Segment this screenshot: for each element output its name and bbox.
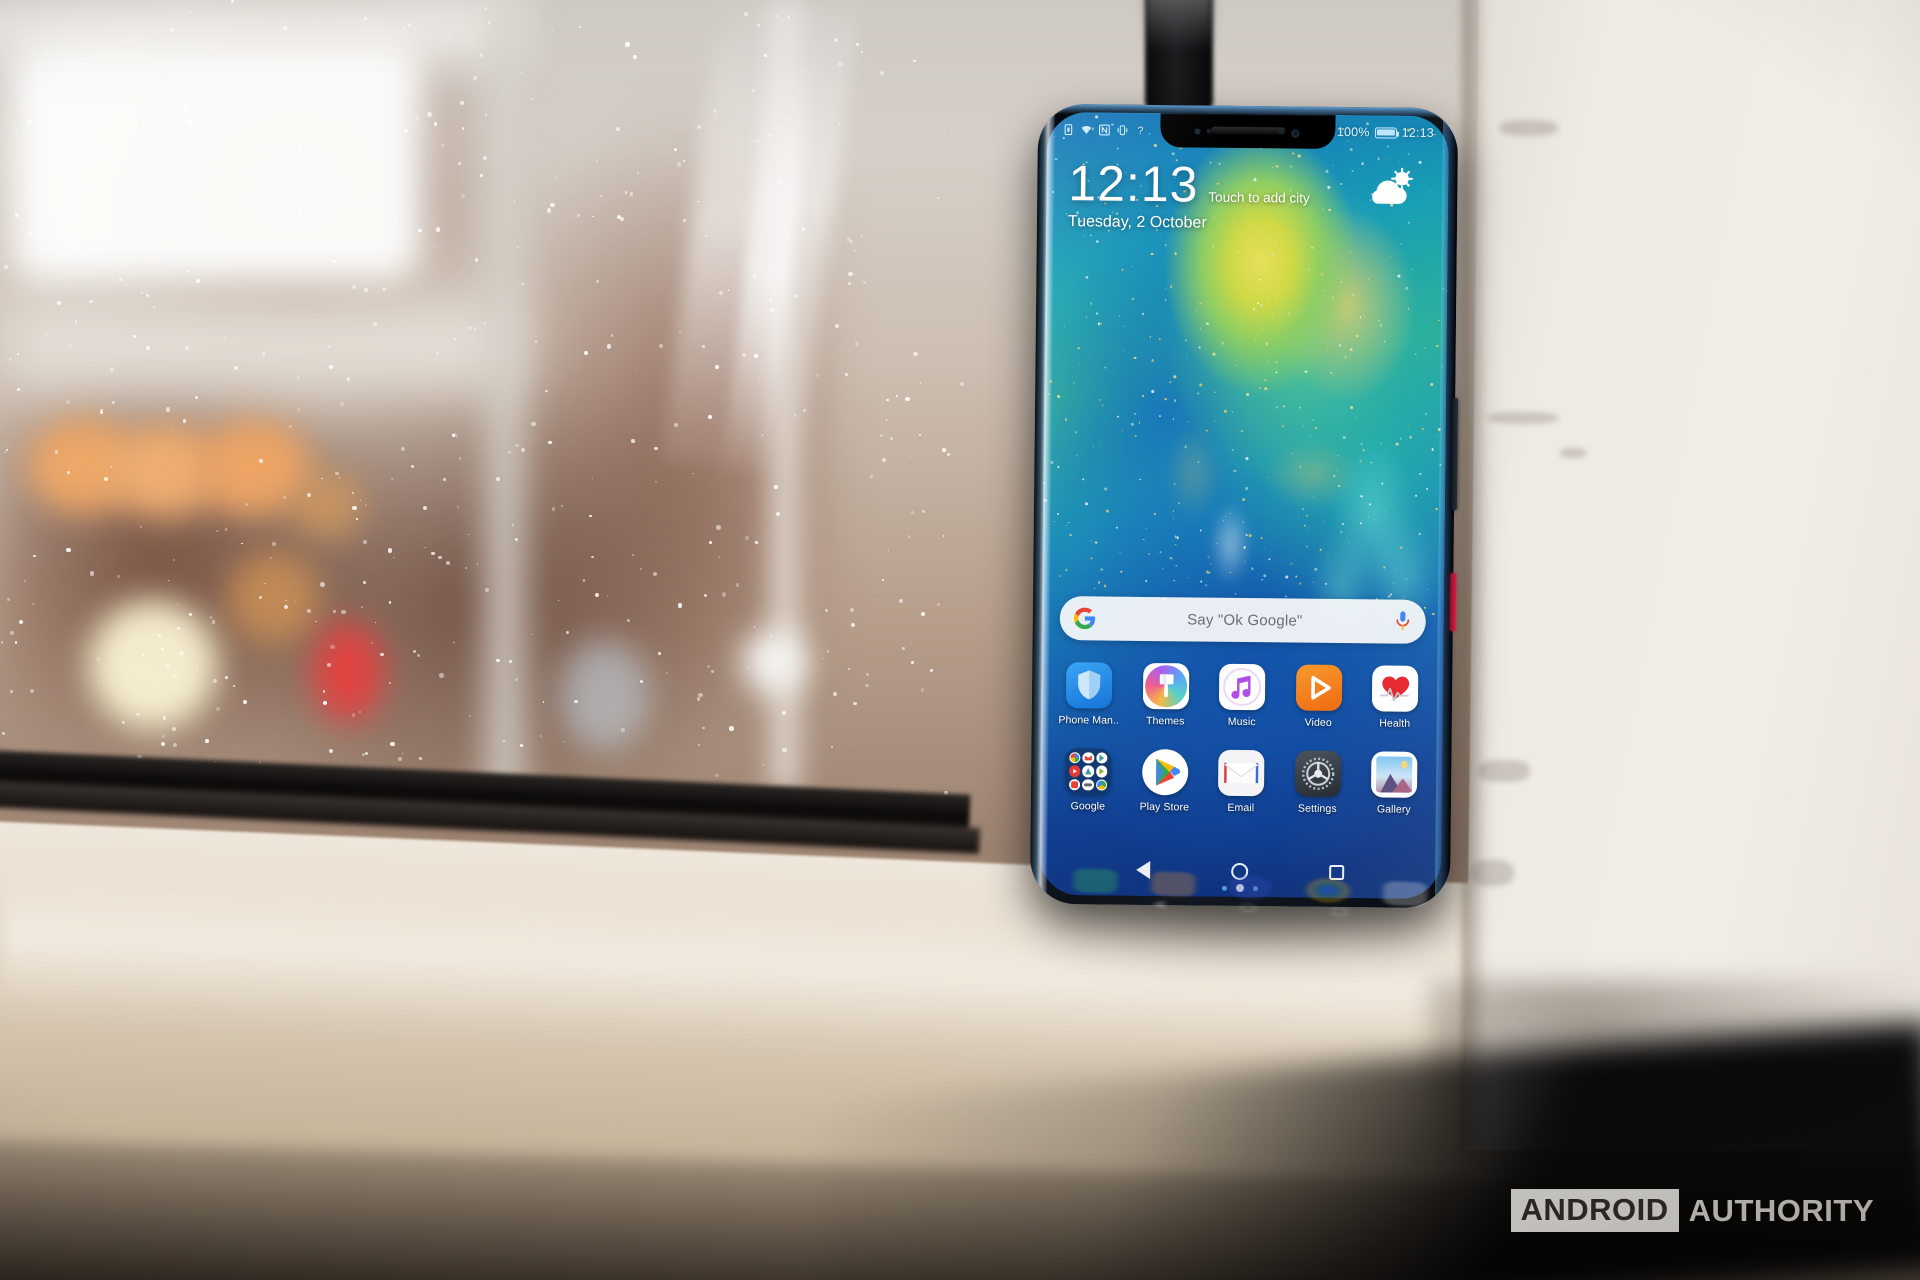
settings-gear-icon (1294, 750, 1341, 798)
battery-icon (1374, 126, 1397, 139)
window-pane-highlight (12, 34, 422, 284)
phone-manager-icon (1065, 662, 1113, 709)
app-label: Email (1227, 801, 1255, 815)
bokeh-light-cream (88, 600, 218, 730)
vibrate-icon (1117, 124, 1128, 135)
wifi-icon (1081, 125, 1092, 134)
themes-icon (1142, 662, 1189, 710)
search-placeholder[interactable]: Say "Ok Google" (1096, 610, 1394, 630)
watermark-android: ANDROID (1510, 1189, 1679, 1232)
app-row-2: Google Play Store Email Settings Gallery (1048, 748, 1435, 816)
widget-clock-time: 12:13 (1068, 155, 1199, 213)
phone-screen[interactable]: ? 100% 12:13 12:13 Touch to add city Tue… (1038, 111, 1450, 900)
app-music[interactable]: Music (1210, 663, 1275, 729)
clock-weather-widget[interactable]: 12:13 Touch to add city Tuesday, 2 Octob… (1067, 155, 1429, 234)
volume-rocker[interactable] (1450, 398, 1459, 511)
app-label: Music (1227, 715, 1256, 729)
app-gallery[interactable]: Gallery (1362, 751, 1427, 816)
back-triangle-icon[interactable] (1135, 860, 1150, 880)
app-grid: Phone Man.. Themes Music Video Health Go… (1048, 662, 1436, 838)
earpiece-speaker (1210, 126, 1285, 134)
app-email[interactable]: Email (1209, 749, 1274, 815)
svg-text:?: ? (1137, 125, 1143, 137)
bokeh-light-pale (560, 640, 650, 750)
video-icon (1295, 664, 1342, 712)
sim-card-icon (1064, 123, 1073, 135)
power-button[interactable] (1449, 573, 1457, 632)
gallery-icon (1370, 751, 1418, 798)
add-city-hint[interactable]: Touch to add city (1208, 189, 1309, 210)
ir-sensor-icon (1194, 128, 1201, 135)
front-camera-icon (1291, 129, 1300, 138)
bokeh-light-orange-5 (228, 552, 320, 644)
battery-percent-label: 100% (1336, 124, 1370, 140)
status-bar-clock: 12:13 (1401, 125, 1434, 140)
app-label: Themes (1145, 714, 1185, 728)
window-frame-vertical (470, 0, 540, 800)
nfc-icon (1098, 124, 1110, 135)
watermark: ANDROID AUTHORITY (1510, 1189, 1875, 1232)
bokeh-light-red (312, 622, 384, 722)
unknown-network-icon: ? (1137, 125, 1143, 137)
app-label: Health (1379, 717, 1411, 730)
home-circle-icon[interactable] (1231, 862, 1249, 880)
proximity-sensor-icon (1206, 128, 1212, 134)
app-phone-manager[interactable]: Phone Man.. (1057, 662, 1122, 727)
window-top-post-glow (1145, 0, 1213, 50)
music-icon (1218, 663, 1266, 711)
bokeh-light-white (742, 630, 806, 694)
app-label: Phone Man.. (1058, 714, 1120, 727)
app-label: Settings (1297, 802, 1337, 815)
google-folder-icon (1064, 748, 1112, 795)
watermark-authority: AUTHORITY (1688, 1192, 1874, 1228)
play-store-icon (1141, 748, 1188, 796)
app-label: Play Store (1139, 800, 1190, 814)
right-wall (1464, 0, 1920, 1150)
app-video[interactable]: Video (1286, 664, 1351, 729)
wall-scuff-3 (1560, 448, 1586, 458)
photo-scene: ? 100% 12:13 12:13 Touch to add city Tue… (0, 0, 1920, 1280)
window-soft-highlight (0, 300, 520, 390)
app-label: Google (1070, 800, 1106, 813)
bokeh-light-orange-4 (290, 470, 364, 540)
dot-projector-icon (1278, 129, 1284, 135)
status-bar-right: 100% 12:13 (1337, 125, 1434, 140)
phone-body: ? 100% 12:13 12:13 Touch to add city Tue… (1029, 103, 1459, 909)
app-settings[interactable]: Settings (1285, 750, 1350, 815)
email-icon (1217, 749, 1265, 797)
display-notch (1160, 113, 1336, 149)
navigation-bar (1039, 849, 1441, 893)
smartphone-device[interactable]: ? 100% 12:13 12:13 Touch to add city Tue… (1029, 103, 1459, 909)
wall-scuff-2 (1488, 412, 1558, 424)
google-search-bar[interactable]: Say "Ok Google" (1059, 596, 1427, 644)
wall-scuff-1 (1500, 120, 1558, 136)
app-row-1: Phone Man.. Themes Music Video Health (1049, 662, 1436, 730)
google-g-icon (1073, 607, 1096, 630)
app-health[interactable]: Health (1363, 665, 1428, 730)
widget-date: Tuesday, 2 October (1067, 212, 1207, 232)
app-play-store[interactable]: Play Store (1132, 748, 1197, 814)
recents-square-icon[interactable] (1329, 864, 1345, 880)
app-label: Video (1304, 716, 1332, 729)
window-top-highlight (0, 0, 520, 60)
health-icon (1371, 665, 1419, 712)
partly-cloudy-icon (1372, 167, 1414, 204)
microphone-icon[interactable] (1394, 611, 1412, 633)
app-themes[interactable]: Themes (1133, 662, 1198, 728)
app-google-folder[interactable]: Google (1056, 748, 1121, 813)
app-label: Gallery (1376, 803, 1411, 816)
status-bar-left-icons: ? (1062, 123, 1147, 137)
